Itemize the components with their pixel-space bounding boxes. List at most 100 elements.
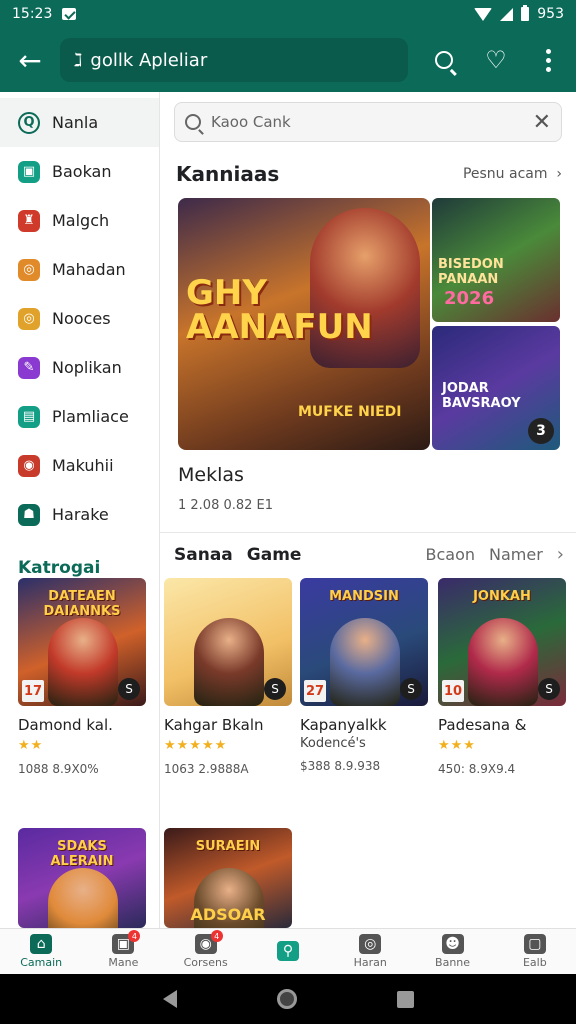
promo-tile-2[interactable]: JODAR BAVSRAOY 3 [432,326,560,450]
chevron-right-icon[interactable]: › [557,544,564,565]
game-card[interactable]: JONKAH 10 S Padesana & ★★★ 450: 8.9X9.4 [438,578,566,776]
star-rating: ★★ [18,738,44,753]
category-icon: ◉ [18,454,40,477]
sidebar-item[interactable]: Q Nanla [0,98,159,147]
game-cover-image[interactable]: MANDSIN 27 S [300,578,428,706]
game-cover-title: SURAEIN [195,839,261,854]
category-icon: ▤ [18,405,40,428]
store-badge-icon: S [538,678,560,700]
notification-badge: 4 [128,930,141,942]
divider [160,532,576,533]
sidebar-item-label: Noplikan [52,358,122,377]
see-more-link[interactable]: Pesnu acam › [463,166,562,182]
game-cover-title: JONKAH [473,589,531,604]
home-circle-icon[interactable] [276,989,297,1009]
bottom-nav-item[interactable]: ⌂ Camain [0,929,82,974]
game-cover-title: SDAKS ALERAIN [50,839,114,869]
game-cover-image[interactable]: SURAEIN ADSOAR [164,828,292,928]
nav-label: Camain [20,956,63,969]
game-cover-image[interactable]: JONKAH 10 S [438,578,566,706]
signal-icon [500,7,514,21]
bottom-nav-item[interactable]: ◎ Haran [329,929,411,974]
bottom-nav-item[interactable]: ⚲ [247,929,329,974]
sidebar-item-label: Malgch [52,211,110,230]
category-icon: ♜ [18,209,40,232]
sidebar-item[interactable]: ▤ Plamliace [0,392,159,441]
game-cover-subtitle: ADSOAR [190,905,266,924]
status-time: 15:23 [12,6,53,22]
search-button[interactable] [418,28,470,92]
sidebar-item[interactable]: ♜ Malgch [0,196,159,245]
game-cover-image[interactable]: DATEAEN DAIANNKS 17 S [18,578,146,706]
battery-level: 953 [537,6,564,22]
game-card[interactable]: DATEAEN DAIANNKS 17 S Damond kal. ★★ 1088 8.9… [18,578,146,776]
tab-sanaa[interactable]: Sanaa [174,545,233,565]
search-icon [185,114,201,130]
category-icon: Q [18,111,40,134]
bottom-nav-item[interactable]: ☻ Banne [411,929,493,974]
tab-bcaon[interactable]: Bcaon [426,545,476,564]
game-card[interactable]: SURAEIN ADSOAR [164,828,292,928]
game-meta: 1063 2.9888A [164,762,249,776]
wifi-icon [474,7,493,21]
bottom-nav-item[interactable]: ▢ Ealb [494,929,576,974]
back-triangle-icon[interactable] [162,990,177,1008]
app-search-text: gollk Apleliar [90,49,208,71]
sidebar-item[interactable]: ▣ Baokan [0,147,159,196]
game-card[interactable]: S Kahgar Bkaln ★★★★★ 1063 2.9888A [164,578,292,776]
app-search-field[interactable]: ℷ gollk Apleliar [60,38,408,82]
nav-icon: ▢ [523,934,546,954]
nav-label: Mane [108,956,139,969]
game-card[interactable]: MANDSIN 27 S Kapanyalkk Kodencé's $388 8.9.93… [300,578,428,773]
arrow-left-icon: ← [18,43,42,77]
character-art [468,618,538,706]
nav-label: Banne [435,956,471,969]
game-card[interactable]: SDAKS ALERAIN [18,828,146,928]
hero-title: GHY AANAFUN [186,273,373,347]
age-rating-badge: 17 [22,680,44,702]
sidebar-item[interactable]: ☗ Harake [0,490,159,539]
age-rating-badge: 27 [304,680,326,702]
notification-badge: 4 [210,930,223,942]
promo-tile-1[interactable]: BISEDON PANAAN 2026 [432,198,560,322]
star-rating: ★★★ [438,738,476,753]
game-developer: Kodencé's [300,736,366,751]
tab-game[interactable]: Game [247,545,302,565]
game-cover-image[interactable]: SDAKS ALERAIN [18,828,146,928]
nav-label: Ealb [522,956,547,969]
nav-icon: ◉ 4 [194,930,223,954]
sidebar-item-label: Baokan [52,162,112,181]
sidebar-item-label: Makuhii [52,456,114,475]
top-app-bar: ← ℷ gollk Apleliar ♡ [0,28,576,92]
featured-title: Meklas [178,464,244,486]
featured-meta: 1 2.08 0.82 E1 [178,498,274,513]
bottom-nav-item[interactable]: ▣ 4 Mane [82,929,164,974]
favorites-button[interactable]: ♡ [470,28,522,92]
hero-banner[interactable]: GHY AANAFUN MUFKE NIEDI [178,198,430,450]
game-cover-title: DATEAEN DAIANNKS [43,589,121,619]
sidebar-item[interactable]: ◎ Nooces [0,294,159,343]
content-search-input[interactable]: Kaoo Cank ✕ [174,102,562,142]
hero-subtitle: MUFKE NIEDI [298,404,402,420]
sidebar-item[interactable]: ◎ Mahadan [0,245,159,294]
game-title: Kapanyalkk [300,716,387,734]
store-badge-icon: S [118,678,140,700]
game-cover-image[interactable]: S [164,578,292,706]
character-art [48,618,118,706]
sidebar-item-label: Nanla [52,113,99,132]
recents-square-icon[interactable] [396,990,414,1008]
store-badge-icon: S [400,678,422,700]
content-search-placeholder: Kaoo Cank [211,113,291,131]
game-title: Padesana & [438,716,527,734]
tab-namer[interactable]: Namer [489,545,543,564]
back-button[interactable]: ← [0,28,60,92]
bottom-nav-item[interactable]: ◉ 4 Corsens [165,929,247,974]
more-options-button[interactable] [522,28,574,92]
sidebar-item[interactable]: ◉ Makuhii [0,441,159,490]
search-glyph-icon: ℷ [74,49,83,71]
clear-icon[interactable]: ✕ [533,110,551,135]
heart-icon: ♡ [485,46,507,74]
status-bar: 15:23 953 [0,0,576,28]
sidebar-item[interactable]: ✎ Noplikan [0,343,159,392]
game-meta: 450: 8.9X9.4 [438,762,516,776]
